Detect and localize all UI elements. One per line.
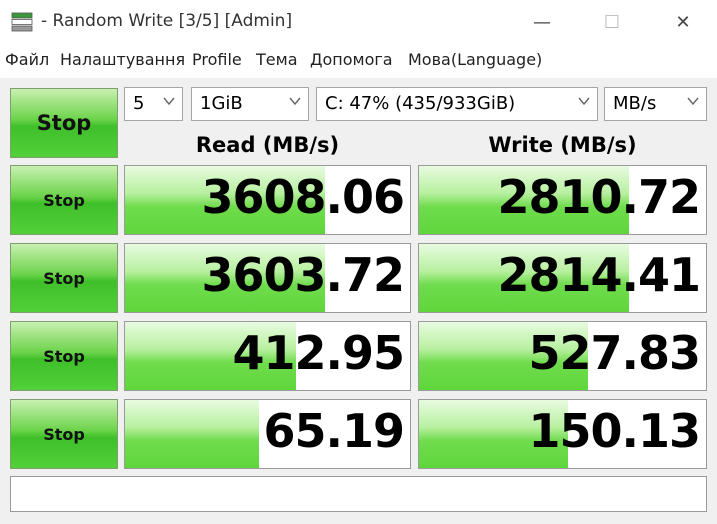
drive-select[interactable]: C: 47% (435/933GiB) — [316, 87, 598, 121]
row-1-stop-button[interactable]: Stop — [10, 165, 118, 235]
menu-help[interactable]: Допомога — [310, 50, 393, 69]
title-bar: - Random Write [3/5] [Admin] — ☐ ✕ — [0, 0, 717, 44]
row-4-stop-button[interactable]: Stop — [10, 399, 118, 469]
menu-settings[interactable]: Налаштування — [60, 50, 185, 69]
row-3-read-value: 412.95 — [232, 326, 405, 380]
maximize-button[interactable]: ☐ — [589, 0, 635, 44]
row-1-write-cell: 2810.72 — [418, 165, 707, 235]
stop-all-button[interactable]: Stop — [10, 88, 118, 158]
row-1-write-value: 2810.72 — [497, 170, 701, 224]
unit-select[interactable]: MB/s — [604, 87, 707, 121]
row-4-read-cell: 65.19 — [124, 399, 411, 469]
menu-theme[interactable]: Тема — [256, 50, 298, 69]
test-count-select[interactable]: 5 — [124, 87, 183, 121]
unit-value: MB/s — [613, 93, 657, 114]
row-1-read-cell: 3608.06 — [124, 165, 411, 235]
row-4-read-value: 65.19 — [263, 404, 405, 458]
row-3-stop-button[interactable]: Stop — [10, 321, 118, 391]
chevron-down-icon — [289, 97, 301, 106]
chevron-down-icon — [687, 97, 699, 106]
row-3-write-cell: 527.83 — [418, 321, 707, 391]
comment-field[interactable] — [10, 476, 707, 512]
row-2-read-value: 3603.72 — [201, 248, 405, 302]
benchmark-panel: Stop 5 1GiB C: 47% (435/933GiB) MB/s Rea… — [0, 78, 717, 524]
row-4-read-bar — [125, 400, 259, 468]
test-size-select[interactable]: 1GiB — [191, 87, 309, 121]
app-disk-icon — [11, 12, 33, 32]
window-title: - Random Write [3/5] [Admin] — [41, 11, 293, 31]
read-header: Read (MB/s) — [195, 133, 340, 157]
menu-language[interactable]: Мова(Language) — [408, 50, 542, 69]
row-4-write-cell: 150.13 — [418, 399, 707, 469]
row-2-write-cell: 2814.41 — [418, 243, 707, 313]
close-button[interactable]: ✕ — [660, 0, 706, 44]
row-2-write-value: 2814.41 — [497, 248, 701, 302]
row-3-read-cell: 412.95 — [124, 321, 411, 391]
test-size-value: 1GiB — [200, 93, 243, 114]
row-3-write-value: 527.83 — [528, 326, 701, 380]
chevron-down-icon — [578, 97, 590, 106]
drive-value: C: 47% (435/933GiB) — [325, 93, 516, 114]
row-4-write-value: 150.13 — [528, 404, 701, 458]
write-header: Write (MB/s) — [488, 133, 637, 157]
row-2-read-cell: 3603.72 — [124, 243, 411, 313]
row-1-read-value: 3608.06 — [201, 170, 405, 224]
test-count-value: 5 — [133, 93, 145, 114]
chevron-down-icon — [163, 97, 175, 106]
minimize-button[interactable]: — — [519, 0, 565, 44]
row-2-stop-button[interactable]: Stop — [10, 243, 118, 313]
menu-bar: Файл Налаштування Profile Тема Допомога … — [0, 46, 717, 74]
menu-file[interactable]: Файл — [5, 50, 49, 69]
menu-profile[interactable]: Profile — [192, 50, 242, 69]
